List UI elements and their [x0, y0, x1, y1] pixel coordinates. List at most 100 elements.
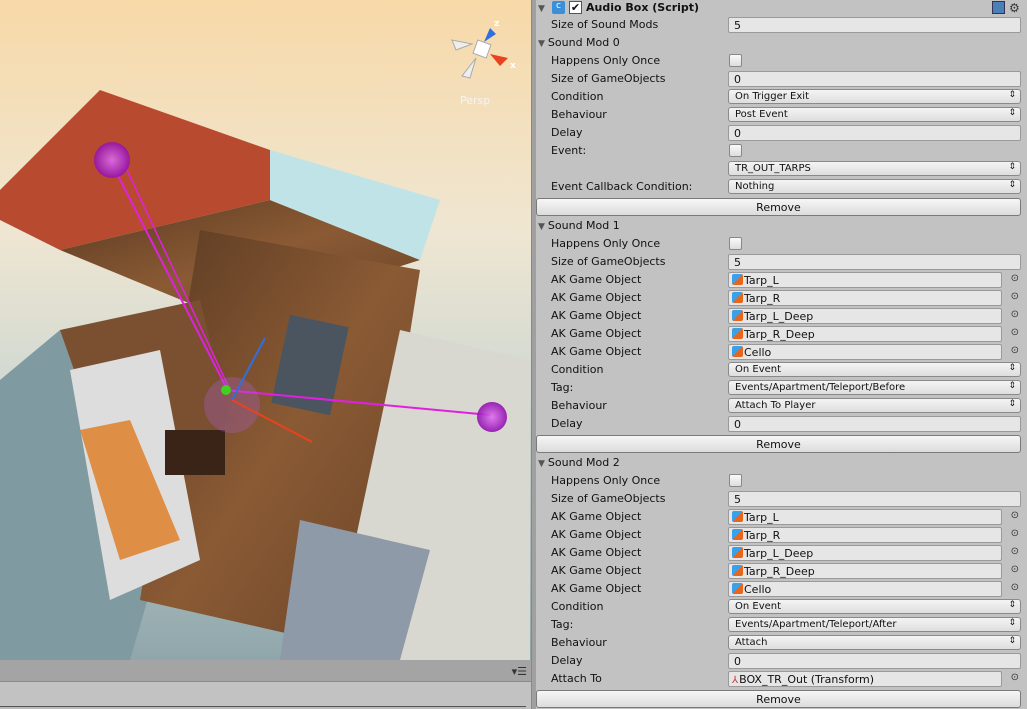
condition-row: Condition On Event ⇕: [536, 361, 1027, 379]
behaviour-dropdown[interactable]: Attach ⇕: [728, 635, 1021, 650]
field-label: Condition: [551, 90, 604, 103]
dropdown-arrows-icon: ⇕: [1008, 381, 1016, 391]
condition-dropdown[interactable]: On Event ⇕: [728, 362, 1021, 377]
object-picker-icon[interactable]: ⊙: [1011, 672, 1019, 683]
ak-game-object-object-field[interactable]: Cello: [728, 581, 1002, 597]
foldout-arrow-icon[interactable]: ▼: [538, 222, 545, 232]
dropdown-arrows-icon: ⇕: [1008, 108, 1016, 118]
delay-row: Delay 0: [536, 415, 1027, 433]
behaviour-dropdown[interactable]: Attach To Player ⇕: [728, 398, 1021, 413]
dropdown-arrows-icon: ⇕: [1008, 618, 1016, 628]
panel-menu-icon[interactable]: ▾☰: [512, 665, 527, 678]
field-label: Tag:: [551, 618, 574, 631]
object-picker-icon[interactable]: ⊙: [1011, 309, 1019, 320]
gameobject-icon: [732, 547, 743, 558]
field-label: Tag:: [551, 381, 574, 394]
dropdown-value: Attach: [735, 637, 768, 648]
behaviour-dropdown[interactable]: Post Event ⇕: [728, 107, 1021, 122]
attach-to-object-field[interactable]: ⅄BOX_TR_Out (Transform): [728, 671, 1002, 687]
event-callback-condition-dropdown[interactable]: Nothing ⇕: [728, 179, 1021, 194]
size-of-sound-mods-input[interactable]: 5: [728, 17, 1021, 33]
event-name-dropdown[interactable]: TR_OUT_TARPS ⇕: [728, 161, 1021, 176]
foldout-label[interactable]: ▼ Sound Mod 1: [538, 219, 620, 232]
object-picker-icon[interactable]: ⊙: [1011, 291, 1019, 302]
foldout-arrow-icon[interactable]: ▼: [538, 39, 545, 49]
object-picker-icon[interactable]: ⊙: [1011, 273, 1019, 284]
foldout-arrow-icon[interactable]: ▼: [538, 1, 548, 14]
field-label: AK Game Object: [551, 528, 642, 541]
dropdown-value: On Event: [735, 601, 782, 612]
sound-mod-0-foldout[interactable]: ▼ Sound Mod 0: [536, 34, 1027, 52]
ak-game-object-object-field[interactable]: Tarp_R: [728, 290, 1002, 306]
remove-button[interactable]: Remove: [536, 435, 1021, 453]
transform-icon: ⅄: [732, 675, 739, 686]
remove-row: Remove: [536, 689, 1027, 708]
ak-game-object-object-field[interactable]: Tarp_L: [728, 509, 1002, 525]
sound-mod-2-foldout[interactable]: ▼ Sound Mod 2: [536, 454, 1027, 472]
field-label: Delay: [551, 654, 583, 667]
tag-dropdown[interactable]: Events/Apartment/Teleport/After ⇕: [728, 617, 1021, 632]
sound-mod-1-foldout[interactable]: ▼ Sound Mod 1: [536, 217, 1027, 235]
object-value: Tarp_R_Deep: [744, 328, 815, 341]
field-label: Event Callback Condition:: [551, 180, 693, 193]
scene-view[interactable]: z x Persp: [0, 0, 531, 660]
tag-dropdown[interactable]: Events/Apartment/Teleport/Before ⇕: [728, 380, 1021, 395]
gear-icon[interactable]: ⚙: [1009, 1, 1022, 15]
object-picker-icon[interactable]: ⊙: [1011, 345, 1019, 356]
size-of-gameobjects-input[interactable]: 0: [728, 71, 1021, 87]
enabled-checkbox[interactable]: ✔: [569, 1, 582, 14]
object-picker-icon[interactable]: ⊙: [1011, 564, 1019, 575]
dropdown-arrows-icon: ⇕: [1008, 180, 1016, 190]
ak-game-object-object-field[interactable]: Tarp_L_Deep: [728, 545, 1002, 561]
object-picker-icon[interactable]: ⊙: [1011, 510, 1019, 521]
ak-game-object-object-field[interactable]: Tarp_R_Deep: [728, 563, 1002, 579]
component-header[interactable]: ▼ c ✔ Audio Box (Script) ⚙: [536, 0, 1027, 16]
object-value: Tarp_R: [744, 292, 781, 305]
field-label: Happens Only Once: [551, 237, 661, 250]
view-mode-label[interactable]: Persp: [460, 94, 490, 107]
foldout-arrow-icon[interactable]: ▼: [538, 459, 545, 469]
ak-game-object-object-field[interactable]: Tarp_L_Deep: [728, 308, 1002, 324]
field-label: AK Game Object: [551, 309, 642, 322]
scene-render[interactable]: z x Persp: [0, 0, 531, 660]
ak-game-object-object-field[interactable]: Tarp_L: [728, 272, 1002, 288]
event-checkbox[interactable]: [729, 144, 742, 157]
ak-game-object-object-field[interactable]: Tarp_R_Deep: [728, 326, 1002, 342]
help-book-icon[interactable]: [992, 1, 1005, 14]
object-picker-icon[interactable]: ⊙: [1011, 528, 1019, 539]
delay-input[interactable]: 0: [728, 416, 1021, 432]
happens-only-once-checkbox[interactable]: [729, 474, 742, 487]
panel-tab-bar: ▾☰: [0, 660, 531, 682]
size-of-gameobjects-input[interactable]: 5: [728, 491, 1021, 507]
remove-button[interactable]: Remove: [536, 690, 1021, 708]
ak-game-object-row: AK Game Object Tarp_L_Deep ⊙: [536, 544, 1027, 562]
happens-only-once-row: Happens Only Once: [536, 52, 1027, 70]
field-label: Happens Only Once: [551, 474, 661, 487]
script-icon: c: [552, 1, 565, 14]
foldout-label[interactable]: ▼ Sound Mod 0: [538, 36, 620, 49]
happens-only-once-checkbox[interactable]: [729, 237, 742, 250]
foldout-label[interactable]: ▼ Sound Mod 2: [538, 456, 620, 469]
object-value: Tarp_R_Deep: [744, 565, 815, 578]
object-value: Cello: [744, 346, 772, 359]
delay-row: Delay 0: [536, 124, 1027, 142]
behaviour-row: Behaviour Attach To Player ⇕: [536, 397, 1027, 415]
gameobject-icon: [732, 565, 743, 576]
dropdown-value: Events/Apartment/Teleport/After: [735, 619, 897, 630]
condition-dropdown[interactable]: On Event ⇕: [728, 599, 1021, 614]
remove-button[interactable]: Remove: [536, 198, 1021, 216]
ak-game-object-row: AK Game Object Tarp_L ⊙: [536, 271, 1027, 289]
object-picker-icon[interactable]: ⊙: [1011, 546, 1019, 557]
object-picker-icon[interactable]: ⊙: [1011, 327, 1019, 338]
behaviour-row: Behaviour Post Event ⇕: [536, 106, 1027, 124]
object-value: Tarp_R: [744, 529, 781, 542]
ak-game-object-object-field[interactable]: Tarp_R: [728, 527, 1002, 543]
happens-only-once-checkbox[interactable]: [729, 54, 742, 67]
condition-dropdown[interactable]: On Trigger Exit ⇕: [728, 89, 1021, 104]
delay-input[interactable]: 0: [728, 125, 1021, 141]
field-label: AK Game Object: [551, 564, 642, 577]
ak-game-object-object-field[interactable]: Cello: [728, 344, 1002, 360]
delay-input[interactable]: 0: [728, 653, 1021, 669]
object-picker-icon[interactable]: ⊙: [1011, 582, 1019, 593]
size-of-gameobjects-input[interactable]: 5: [728, 254, 1021, 270]
